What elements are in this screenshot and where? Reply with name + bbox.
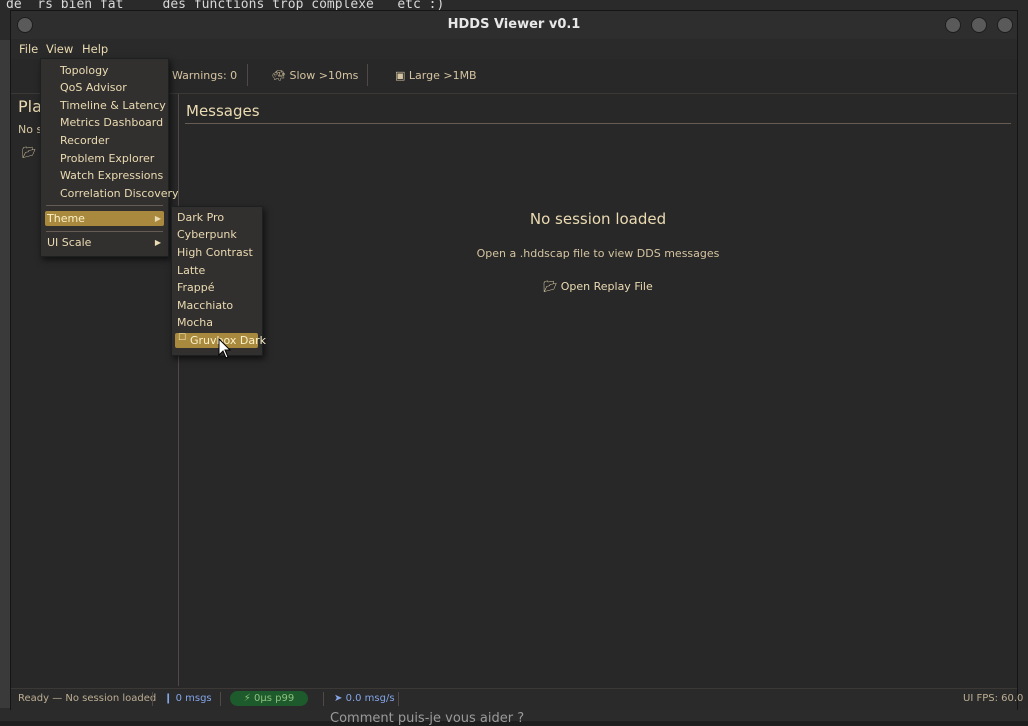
menu-item-theme[interactable]: Theme ▶ [45,211,164,226]
empty-state-subtitle: Open a .hddscap file to view DDS message… [476,247,720,260]
latency-badge: ⚡︎ 0µs p99 [230,691,308,706]
large-filter[interactable]: ▣ Large >1MB [395,69,477,82]
title-divider [185,123,1011,124]
menu-item-ui-scale[interactable]: UI Scale ▶ [47,236,164,249]
status-separator [398,692,399,706]
status-bar: Ready — No session loaded ❙ 0 msgs ⚡︎ 0µ… [11,688,1023,710]
theme-dark-pro[interactable]: Dark Pro [177,211,224,224]
menu-item-watch-expressions[interactable]: Watch Expressions [60,169,163,182]
menu-help[interactable]: Help [82,42,108,56]
menu-item-correlation[interactable]: Correlation Discovery [60,187,179,200]
menu-bar: File View Help [11,39,1017,59]
view-menu: Topology QoS Advisor Timeline & Latency … [40,58,179,257]
panel-title: Pla [18,97,42,116]
theme-high-contrast[interactable]: High Contrast [177,246,253,259]
theme-cyberpunk[interactable]: Cyberpunk [177,228,237,241]
minimize-button[interactable] [945,17,961,33]
panel-subtitle: No s [18,123,43,136]
package-icon: ▣ [395,69,406,82]
window-title: HDDS Viewer v0.1 [447,17,581,32]
folder-icon: 📂︎ [22,146,36,159]
message-count: ❙ 0 msgs [164,693,212,704]
menu-view[interactable]: View [46,42,73,56]
mouse-cursor-icon [218,338,232,359]
empty-state-title: No session loaded [529,210,667,228]
open-replay-label: Open Replay File [560,280,653,293]
theme-mocha[interactable]: Mocha [177,316,213,329]
open-replay-button[interactable]: 📂︎ Open Replay File [185,280,1011,293]
status-separator [152,692,153,706]
messages-panel: Messages No session loaded Open a .hddsc… [185,94,1011,686]
latency-label: 0µs p99 [254,693,295,704]
status-separator [323,692,324,706]
theme-frappe[interactable]: Frappé [177,281,215,294]
theme-gruvbox-dark[interactable]: ☐ Gruvbox Dark [175,333,266,348]
theme-latte[interactable]: Latte [177,264,205,277]
turtle-icon: 🐢︎ [272,69,286,82]
toolbar-separator [367,64,368,86]
menu-item-qos-advisor[interactable]: QoS Advisor [60,81,127,94]
menu-item-recorder[interactable]: Recorder [60,134,109,147]
warnings-filter[interactable]: Warnings: 0 [172,69,237,82]
ui-scale-label: UI Scale [47,236,92,249]
title-bar[interactable]: HDDS Viewer v0.1 [11,11,1017,40]
session-status: Ready — No session loaded [18,693,157,704]
toolbar-separator [247,64,248,86]
bar-chart-icon: ❙ [164,693,173,704]
menu-file[interactable]: File [19,42,38,56]
menu-item-problem-explorer[interactable]: Problem Explorer [60,152,154,165]
message-rate: ➤ 0.0 msg/s [334,693,395,704]
menu-separator [46,205,163,206]
arrow-icon: ➤ [334,693,343,704]
checkbox-icon: ☐ [178,333,187,343]
message-rate-label: 0.0 msg/s [345,693,395,704]
menu-separator [46,231,163,232]
maximize-button[interactable] [971,17,987,33]
status-separator [220,692,221,706]
theme-label: Theme [47,212,85,225]
theme-submenu: Dark Pro Cyberpunk High Contrast Latte F… [171,206,266,356]
close-button[interactable] [997,17,1013,33]
messages-title: Messages [186,102,260,120]
menu-item-timeline[interactable]: Timeline & Latency [60,99,166,112]
terminal-edge [0,40,10,710]
folder-icon: 📂︎ [543,280,558,293]
slow-filter[interactable]: 🐢︎ Slow >10ms [272,69,358,82]
submenu-arrow-icon: ▶ [154,238,161,247]
submenu-arrow-icon: ▶ [154,214,161,223]
theme-macchiato[interactable]: Macchiato [177,299,233,312]
slow-filter-label: Slow >10ms [289,69,359,82]
menu-item-metrics[interactable]: Metrics Dashboard [60,116,163,129]
ui-fps: UI FPS: 60.0 [963,693,1024,704]
large-filter-label: Large >1MB [408,69,477,82]
lightning-icon: ⚡︎ [243,693,251,704]
message-count-label: 0 msgs [175,693,212,704]
chat-placeholder: Comment puis-je vous aider ? [330,711,525,726]
menu-item-topology[interactable]: Topology [60,64,109,77]
